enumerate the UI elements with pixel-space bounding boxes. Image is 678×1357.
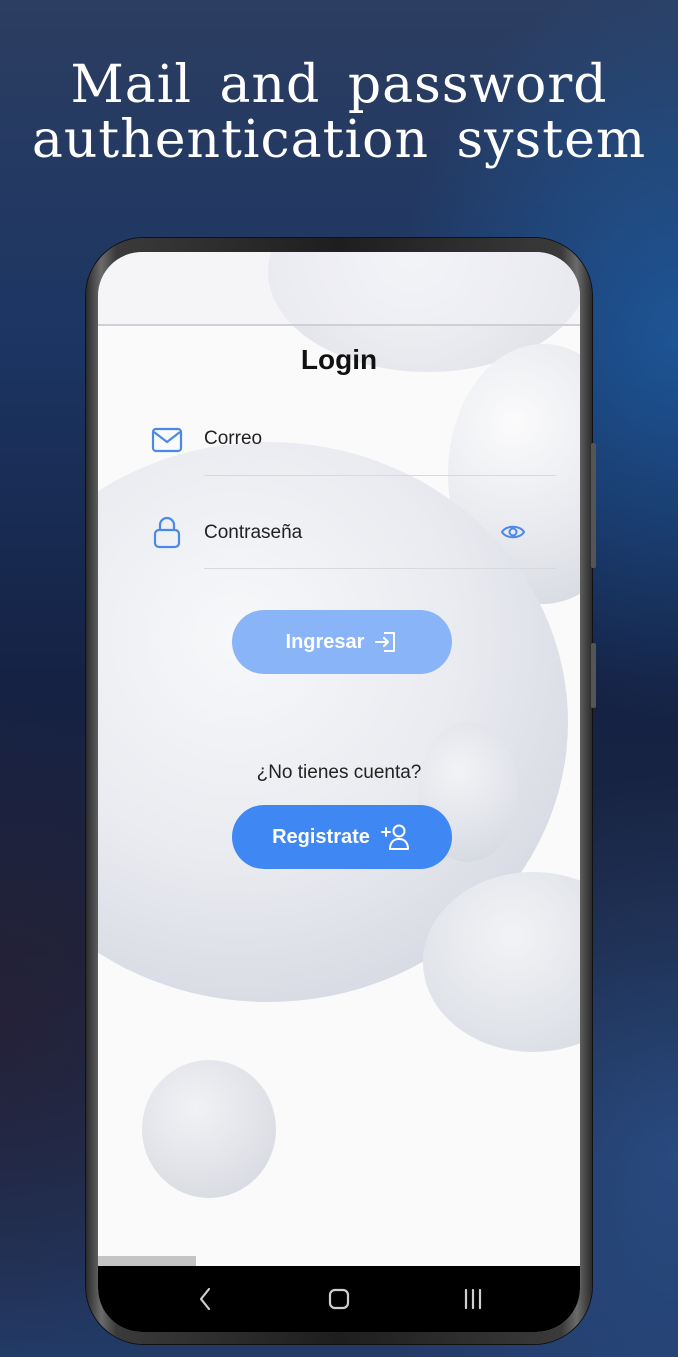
no-account-text: ¿No tienes cuenta? <box>256 762 422 783</box>
recents-icon <box>464 1288 482 1310</box>
login-icon <box>375 632 396 652</box>
email-field-divider <box>204 475 556 476</box>
navigation-bar <box>98 1266 580 1332</box>
password-field[interactable]: Contraseña <box>204 522 302 544</box>
background-blob <box>142 1060 276 1198</box>
power-button <box>591 643 596 708</box>
promo-headline: Mail and password authentication system <box>0 58 678 168</box>
register-button-label: Registrate <box>272 825 370 848</box>
promo-headline-line-2: authentication system <box>31 110 647 170</box>
back-icon <box>199 1287 211 1311</box>
login-button-label: Ingresar <box>285 630 365 653</box>
page-title: Login <box>300 344 378 375</box>
password-field-divider <box>204 568 556 569</box>
login-button[interactable]: Ingresar <box>232 610 452 674</box>
promo-headline-line-1: Mail and password <box>70 55 608 115</box>
volume-button <box>591 443 596 568</box>
lock-icon <box>153 516 181 549</box>
nav-home-button[interactable] <box>309 1279 369 1319</box>
mail-icon <box>151 427 183 453</box>
nav-recents-button[interactable] <box>443 1279 503 1319</box>
register-button[interactable]: Registrate <box>232 805 452 869</box>
email-field[interactable]: Correo <box>204 428 262 450</box>
status-bar <box>98 252 580 326</box>
phone-screen: Login Correo Contraseña Ingresar ¿No tie… <box>98 252 580 1332</box>
add-user-icon <box>380 824 409 850</box>
home-icon <box>328 1288 350 1310</box>
eye-icon[interactable] <box>500 522 526 542</box>
nav-back-button[interactable] <box>175 1279 235 1319</box>
